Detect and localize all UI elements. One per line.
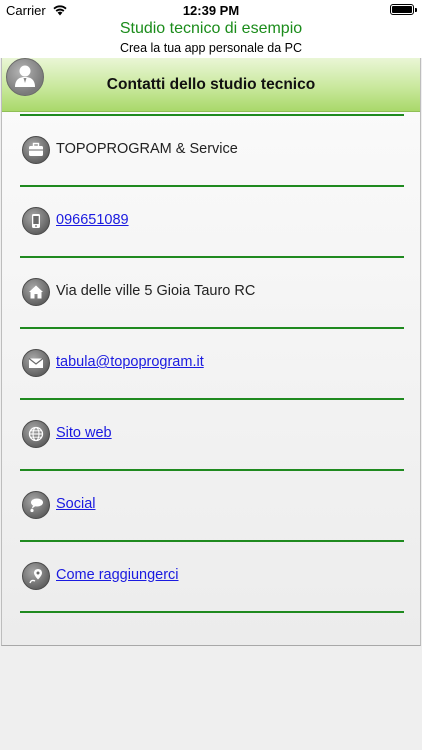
home-icon (22, 278, 50, 306)
contact-row-website[interactable]: Sito web (20, 414, 404, 454)
company-name: TOPOPROGRAM & Service (56, 141, 238, 157)
clock: 12:39 PM (182, 3, 240, 18)
social-icon (22, 491, 50, 519)
divider (20, 256, 404, 258)
contact-row-email[interactable]: tabula@topoprogram.it (20, 343, 404, 383)
app-screen: Carrier 12:39 PM Studio tecnico di esemp… (0, 0, 422, 750)
divider (20, 611, 404, 613)
divider (20, 185, 404, 187)
briefcase-icon (22, 136, 50, 164)
contact-row-phone[interactable]: 096651089 (20, 201, 404, 241)
website-link[interactable]: Sito web (56, 425, 112, 441)
battery-icon (390, 4, 417, 15)
phone-link[interactable]: 096651089 (56, 212, 129, 228)
panel-title: Contatti dello studio tecnico (106, 76, 316, 93)
divider (20, 540, 404, 542)
app-subtitle: Crea la tua app personale da PC (119, 41, 303, 55)
map-pin-icon (22, 562, 50, 590)
contacts-panel: Contatti dello studio tecnico TOPOPROGRA… (1, 58, 421, 646)
app-header: Studio tecnico di esempio Crea la tua ap… (0, 20, 422, 58)
contact-row-address: Via delle ville 5 Gioia Tauro RC (20, 272, 404, 312)
directions-link[interactable]: Come raggiungerci (56, 567, 179, 583)
contact-row-social[interactable]: Social (20, 485, 404, 525)
app-title: Studio tecnico di esempio (119, 20, 303, 37)
social-link[interactable]: Social (56, 496, 96, 512)
mail-icon (22, 349, 50, 377)
email-link[interactable]: tabula@topoprogram.it (56, 354, 204, 370)
phone-icon (22, 207, 50, 235)
globe-icon (22, 420, 50, 448)
contact-row-directions[interactable]: Come raggiungerci (20, 556, 404, 596)
status-bar: Carrier 12:39 PM (0, 0, 422, 20)
divider (20, 398, 404, 400)
contact-row-company: TOPOPROGRAM & Service (20, 130, 404, 170)
divider (20, 114, 404, 116)
panel-title-bar: Contatti dello studio tecnico (2, 58, 420, 112)
address-text: Via delle ville 5 Gioia Tauro RC (56, 283, 256, 299)
divider (20, 469, 404, 471)
divider (20, 327, 404, 329)
